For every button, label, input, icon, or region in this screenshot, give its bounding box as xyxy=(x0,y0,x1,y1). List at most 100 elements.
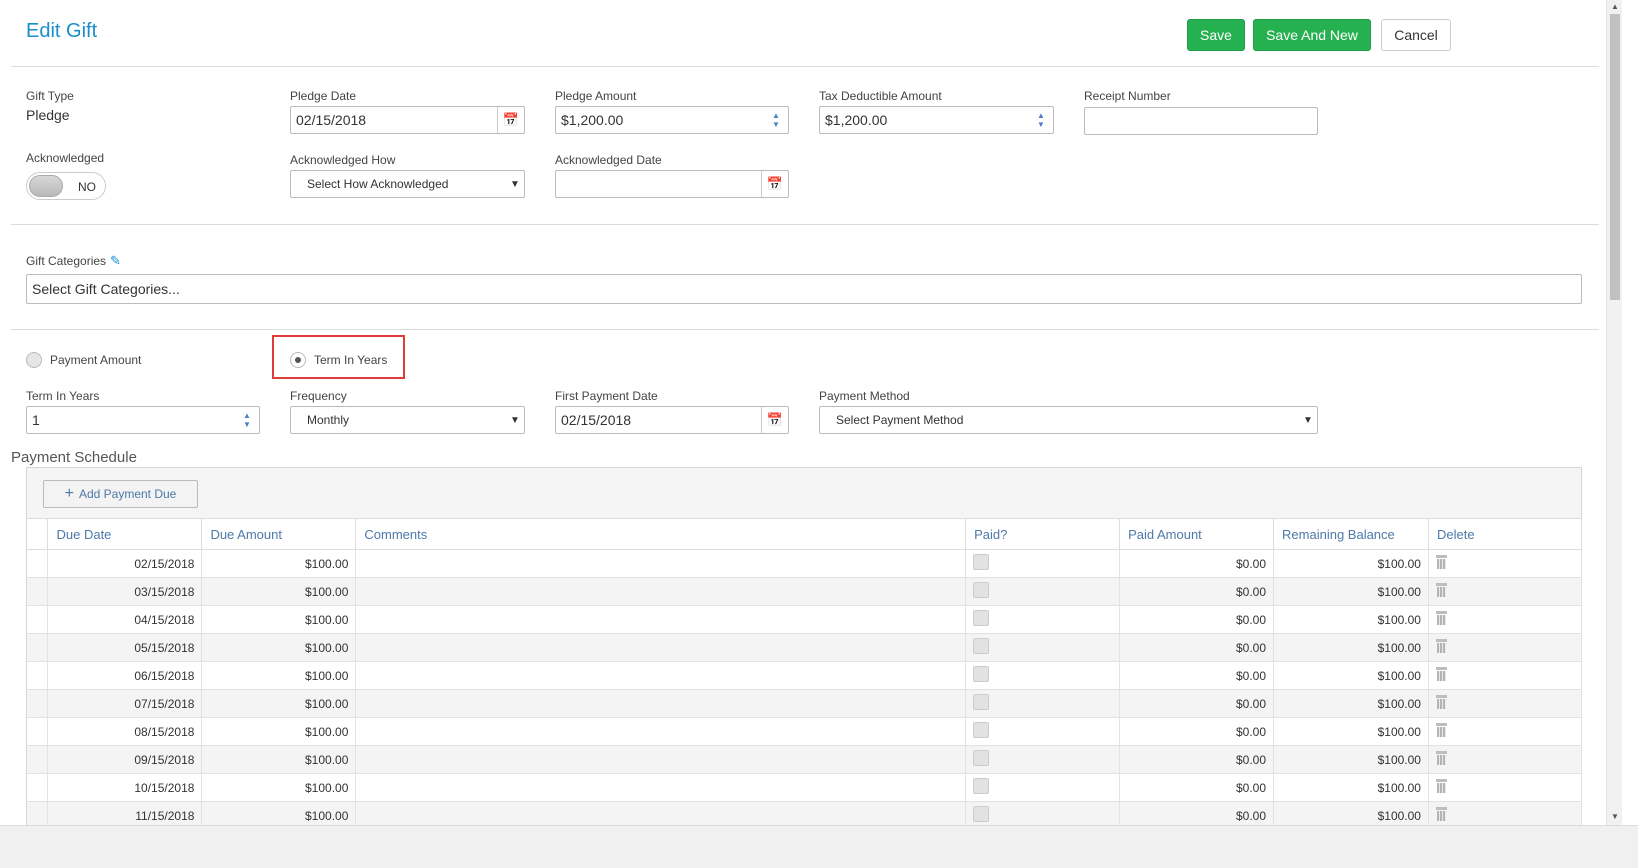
gift-categories-field[interactable]: Select Gift Categories... xyxy=(26,274,1582,304)
divider xyxy=(11,329,1599,330)
trash-icon[interactable] xyxy=(1435,611,1447,625)
cancel-button[interactable]: Cancel xyxy=(1381,19,1451,51)
vertical-scrollbar[interactable]: ▲ ▼ xyxy=(1606,0,1622,825)
trash-icon[interactable] xyxy=(1435,639,1447,653)
remaining-balance-cell: $100.00 xyxy=(1273,661,1429,690)
due-amount-cell: $100.00 xyxy=(201,717,357,746)
due-amount-cell: $100.00 xyxy=(201,745,357,774)
comments-cell[interactable] xyxy=(355,773,967,802)
paid-checkbox[interactable] xyxy=(973,582,990,598)
row-spacer-cell xyxy=(27,801,49,825)
term-in-years-radio[interactable] xyxy=(290,352,306,368)
calendar-icon[interactable]: 📅 xyxy=(761,171,788,197)
table-row: 02/15/2018 $100.00 $0.00 $100.00 xyxy=(27,549,1583,578)
trash-icon[interactable] xyxy=(1435,667,1447,681)
column-header-due-date[interactable]: Due Date xyxy=(47,518,203,550)
table-header-row: Due Date Due Amount Comments Paid? Paid … xyxy=(27,518,1583,550)
spinner-arrows-icon[interactable]: ▲ ▼ xyxy=(764,107,788,133)
column-header-paid[interactable]: Paid? xyxy=(965,518,1121,550)
spinner-arrows-icon[interactable]: ▲ ▼ xyxy=(235,407,259,433)
frequency-select[interactable]: Monthly ▼ xyxy=(290,406,525,434)
receipt-number-field[interactable] xyxy=(1084,107,1318,135)
comments-cell[interactable] xyxy=(355,717,967,746)
paid-checkbox[interactable] xyxy=(973,666,990,682)
column-header-due-amount[interactable]: Due Amount xyxy=(201,518,357,550)
scroll-down-arrow-icon[interactable]: ▼ xyxy=(1611,812,1619,821)
trash-icon[interactable] xyxy=(1435,807,1447,821)
trash-icon[interactable] xyxy=(1435,751,1447,765)
scroll-up-arrow-icon[interactable]: ▲ xyxy=(1611,2,1619,11)
first-payment-date-label: First Payment Date xyxy=(555,389,658,403)
save-button[interactable]: Save xyxy=(1187,19,1245,51)
add-payment-due-button[interactable]: + Add Payment Due xyxy=(43,480,198,508)
remaining-balance-cell: $100.00 xyxy=(1273,549,1429,578)
delete-cell xyxy=(1428,745,1583,774)
chevron-down-icon: ▼ xyxy=(510,178,520,190)
comments-cell[interactable] xyxy=(355,661,967,690)
save-and-new-button[interactable]: Save And New xyxy=(1253,19,1371,51)
spinner-arrows-icon[interactable]: ▲ ▼ xyxy=(1029,107,1053,133)
paid-checkbox[interactable] xyxy=(973,806,990,822)
paid-amount-cell: $0.00 xyxy=(1119,605,1275,634)
column-header-remaining-balance[interactable]: Remaining Balance xyxy=(1273,518,1429,550)
trash-icon[interactable] xyxy=(1435,583,1447,597)
table-row: 04/15/2018 $100.00 $0.00 $100.00 xyxy=(27,605,1583,634)
paid-checkbox[interactable] xyxy=(973,610,990,626)
paid-checkbox[interactable] xyxy=(973,694,990,710)
comments-cell[interactable] xyxy=(355,689,967,718)
comments-cell[interactable] xyxy=(355,549,967,578)
pledge-date-label: Pledge Date xyxy=(290,89,357,103)
paid-cell xyxy=(965,801,1121,825)
calendar-icon[interactable]: 📅 xyxy=(497,107,524,133)
remaining-balance-cell: $100.00 xyxy=(1273,605,1429,634)
payment-method-select[interactable]: Select Payment Method ▼ xyxy=(819,406,1318,434)
edit-gift-page: Edit Gift Save Save And New Cancel Gift … xyxy=(0,0,1638,868)
comments-cell[interactable] xyxy=(355,633,967,662)
delete-cell xyxy=(1428,577,1583,606)
pledge-amount-field[interactable]: $1,200.00 ▲ ▼ xyxy=(555,106,789,134)
scrollbar-thumb[interactable] xyxy=(1610,14,1620,300)
column-header-paid-amount[interactable]: Paid Amount xyxy=(1119,518,1275,550)
column-header-delete[interactable]: Delete xyxy=(1428,518,1583,550)
paid-checkbox[interactable] xyxy=(973,554,990,570)
remaining-balance-cell: $100.00 xyxy=(1273,801,1429,825)
trash-icon[interactable] xyxy=(1435,695,1447,709)
payment-method-label: Payment Method xyxy=(819,389,910,403)
column-header-comments[interactable]: Comments xyxy=(355,518,967,550)
comments-cell[interactable] xyxy=(355,605,967,634)
term-in-years-radio-label: Term In Years xyxy=(314,353,388,367)
comments-cell[interactable] xyxy=(355,745,967,774)
first-payment-date-field[interactable]: 02/15/2018 📅 xyxy=(555,406,789,434)
term-in-years-value: 1 xyxy=(32,412,40,428)
paid-amount-cell: $0.00 xyxy=(1119,689,1275,718)
due-amount-cell: $100.00 xyxy=(201,773,357,802)
due-date-cell: 05/15/2018 xyxy=(47,633,203,662)
toggle-knob xyxy=(29,175,63,197)
trash-icon[interactable] xyxy=(1435,555,1447,569)
row-spacer-cell xyxy=(27,633,49,662)
acknowledged-date-field[interactable]: 📅 xyxy=(555,170,789,198)
edit-icon[interactable]: ✎ xyxy=(110,253,121,269)
paid-checkbox[interactable] xyxy=(973,722,990,738)
payment-amount-radio[interactable] xyxy=(26,352,42,368)
trash-icon[interactable] xyxy=(1435,779,1447,793)
trash-icon[interactable] xyxy=(1435,723,1447,737)
term-in-years-field[interactable]: 1 ▲ ▼ xyxy=(26,406,260,434)
calendar-icon[interactable]: 📅 xyxy=(761,407,788,433)
paid-cell xyxy=(965,549,1121,578)
acknowledged-how-select[interactable]: Select How Acknowledged ▼ xyxy=(290,170,525,198)
payment-schedule-rows: 02/15/2018 $100.00 $0.00 $100.00 03/15/2018 $… xyxy=(27,549,1583,825)
due-date-cell: 10/15/2018 xyxy=(47,773,203,802)
acknowledged-toggle[interactable]: NO xyxy=(26,172,106,200)
paid-checkbox[interactable] xyxy=(973,638,990,654)
due-amount-cell: $100.00 xyxy=(201,689,357,718)
paid-checkbox[interactable] xyxy=(973,750,990,766)
tax-deductible-field[interactable]: $1,200.00 ▲ ▼ xyxy=(819,106,1054,134)
paid-checkbox[interactable] xyxy=(973,778,990,794)
comments-cell[interactable] xyxy=(355,801,967,825)
due-amount-cell: $100.00 xyxy=(201,801,357,825)
pledge-date-field[interactable]: 02/15/2018 📅 xyxy=(290,106,525,134)
comments-cell[interactable] xyxy=(355,577,967,606)
paid-cell xyxy=(965,689,1121,718)
delete-cell xyxy=(1428,773,1583,802)
